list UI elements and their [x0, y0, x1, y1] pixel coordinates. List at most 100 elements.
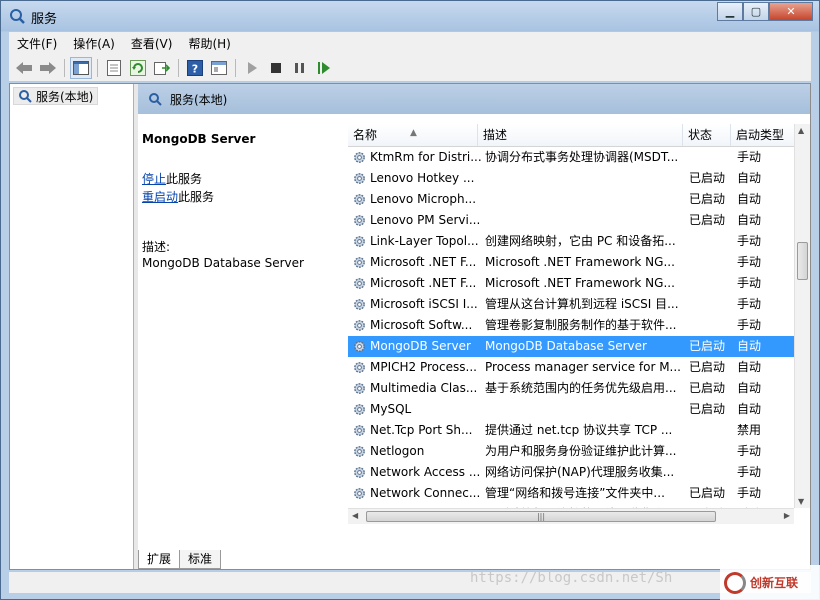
show-console-tree-button[interactable]: [70, 56, 92, 79]
column-name-label: 名称: [353, 128, 378, 142]
service-gear-icon: [354, 152, 365, 163]
pause-service-button[interactable]: [289, 57, 311, 79]
table-row[interactable]: MySQL 已启动 自动: [348, 399, 794, 420]
tree-item-services-local[interactable]: 服务(本地): [13, 87, 99, 105]
row-name: MPICH2 Process...: [370, 360, 477, 374]
description-text: MongoDB Database Server: [142, 256, 304, 270]
table-row[interactable]: MPICH2 Process... Process manager service…: [348, 357, 794, 378]
row-status: 已启动: [689, 360, 726, 374]
watermark-url: https://blog.csdn.net/Sh: [470, 570, 673, 586]
table-row[interactable]: Link-Layer Topol... 创建网络映射，它由 PC 和设备拓... 手…: [348, 231, 794, 252]
row-description: Process manager service for M...: [485, 360, 681, 374]
row-startup-type: 自动: [737, 381, 762, 395]
help-icon: ?: [187, 59, 203, 76]
table-row[interactable]: MongoDB Server MongoDB Database Server 已启动…: [348, 336, 794, 357]
view-button[interactable]: [208, 57, 230, 79]
restart-service-suffix: 此服务: [178, 190, 215, 204]
row-status: 已启动: [689, 381, 726, 395]
menu-help[interactable]: 帮助(H): [180, 35, 238, 52]
table-row[interactable]: Lenovo PM Servi... 已启动 自动: [348, 210, 794, 231]
row-description: 管理卷影复制服务制作的基于软件...: [485, 318, 677, 332]
service-gear-icon: [354, 320, 365, 331]
table-row[interactable]: Netlogon 为用户和服务身份验证维护此计算... 手动: [348, 441, 794, 462]
export-list-button[interactable]: [151, 57, 173, 79]
row-status: 已启动: [689, 192, 726, 206]
restart-icon: [318, 61, 330, 74]
help-button[interactable]: ?: [184, 57, 206, 79]
stop-service-link[interactable]: 停止: [142, 172, 166, 186]
table-row[interactable]: Lenovo Microph... 已启动 自动: [348, 189, 794, 210]
minimize-button[interactable]: ▁: [717, 2, 743, 21]
vertical-scroll-thumb[interactable]: [797, 242, 808, 280]
refresh-button[interactable]: [127, 57, 149, 79]
start-service-button[interactable]: [241, 57, 263, 79]
table-row[interactable]: Net.Tcp Port Sh... 提供通过 net.tcp 协议共享 TCP …: [348, 420, 794, 441]
row-status: 已启动: [689, 213, 726, 227]
table-row[interactable]: Network Connec... 管理“网络和拨号连接”文件夹中... 已启动 手动: [348, 483, 794, 504]
row-name: Lenovo Hotkey ...: [370, 171, 475, 185]
column-header-name[interactable]: ▲ 名称: [348, 124, 478, 146]
restart-service-link[interactable]: 重启动: [142, 190, 178, 204]
restart-service-button[interactable]: [313, 57, 335, 79]
row-description: Microsoft .NET Framework NG...: [485, 255, 675, 269]
row-name: Network Access ...: [370, 465, 481, 479]
scroll-down-icon[interactable]: ▼: [798, 497, 804, 506]
service-gear-icon: [354, 299, 365, 310]
row-description: 基于系统范围内的任务优先级启用...: [485, 381, 677, 395]
service-gear-icon: [354, 404, 365, 415]
scroll-right-icon[interactable]: ▶: [784, 511, 790, 520]
list-header: ▲ 名称 描述 状态 启动类型: [348, 124, 794, 147]
horizontal-scroll-thumb[interactable]: |||: [366, 511, 716, 522]
tab-extended[interactable]: 扩展: [138, 550, 181, 569]
row-name: MongoDB Server: [370, 339, 471, 353]
scroll-up-icon[interactable]: ▲: [798, 126, 804, 135]
column-header-startup-type[interactable]: 启动类型: [731, 124, 794, 146]
tree-item-label: 服务(本地): [36, 89, 94, 104]
row-name: MySQL: [370, 402, 412, 416]
services-icon: [149, 93, 162, 106]
row-status: 已启动: [689, 171, 726, 185]
row-status: 已启动: [689, 486, 726, 500]
horizontal-scrollbar[interactable]: ◀ ||| ▶: [348, 508, 794, 524]
brand-logo: 创新互联: [720, 565, 820, 600]
row-startup-type: 禁用: [737, 423, 762, 437]
row-description: 管理从这台计算机到远程 iSCSI 目...: [485, 297, 679, 311]
menu-action[interactable]: 操作(A): [65, 35, 123, 52]
maximize-button[interactable]: ▢: [743, 2, 769, 21]
table-row[interactable]: Microsoft .NET F... Microsoft .NET Framew…: [348, 273, 794, 294]
row-name: Link-Layer Topol...: [370, 234, 479, 248]
row-startup-type: 自动: [737, 192, 762, 206]
tab-standard[interactable]: 标准: [179, 550, 222, 569]
properties-icon: [107, 59, 121, 76]
table-row[interactable]: Microsoft .NET F... Microsoft .NET Framew…: [348, 252, 794, 273]
menu-view[interactable]: 查看(V): [123, 35, 181, 52]
svg-text:?: ?: [192, 62, 198, 75]
table-row[interactable]: Lenovo Hotkey ... 已启动 自动: [348, 168, 794, 189]
back-button[interactable]: [13, 57, 35, 79]
stop-service-button[interactable]: [265, 57, 287, 79]
row-description: Microsoft .NET Framework NG...: [485, 276, 675, 290]
toolbar-separator: [178, 58, 179, 77]
title-bar[interactable]: 服务 ▁ ▢ ✕: [1, 1, 819, 31]
column-header-status[interactable]: 状态: [683, 124, 731, 146]
forward-button[interactable]: [37, 57, 59, 79]
table-row[interactable]: Multimedia Clas... 基于系统范围内的任务优先级启用... 已启动自…: [348, 378, 794, 399]
menu-file[interactable]: 文件(F): [9, 35, 65, 52]
service-gear-icon: [354, 467, 365, 478]
vertical-scrollbar[interactable]: ▲ ▼: [794, 124, 810, 508]
properties-button[interactable]: [103, 57, 125, 79]
column-header-description[interactable]: 描述: [478, 124, 683, 146]
brand-logo-icon: [724, 571, 746, 594]
console-tree: 服务(本地): [10, 84, 134, 569]
close-button[interactable]: ✕: [769, 2, 813, 21]
row-description: 为用户和服务身份验证维护此计算...: [485, 444, 677, 458]
table-row[interactable]: Network Access ... 网络访问保护(NAP)代理服务收集... 手动: [348, 462, 794, 483]
row-description: [485, 210, 687, 231]
scroll-left-icon[interactable]: ◀: [352, 511, 358, 520]
maximize-icon: ▢: [750, 5, 762, 18]
table-row[interactable]: Microsoft Softw... 管理卷影复制服务制作的基于软件... 手动: [348, 315, 794, 336]
row-status: [689, 462, 735, 483]
services-window: 服务 ▁ ▢ ✕ 文件(F) 操作(A) 查看(V) 帮助(H) ? 服务(本地…: [0, 0, 820, 600]
table-row[interactable]: Microsoft iSCSI I... 管理从这台计算机到远程 iSCSI 目.…: [348, 294, 794, 315]
table-row[interactable]: KtmRm for Distri... 协调分布式事务处理协调器(MSDT... 手…: [348, 147, 794, 168]
